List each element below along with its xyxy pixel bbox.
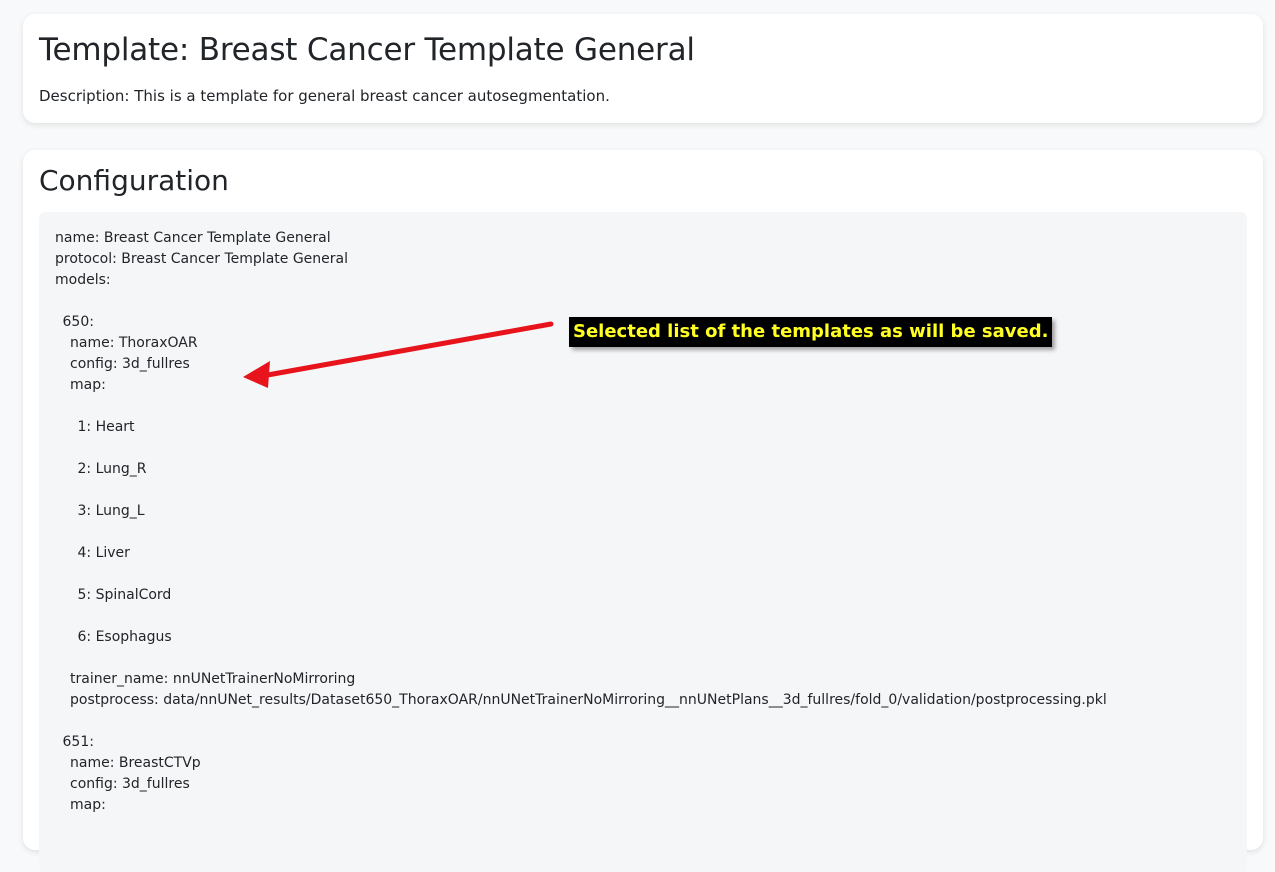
configuration-yaml-block: name: Breast Cancer Template General prot… xyxy=(39,212,1247,872)
page-title: Template: Breast Cancer Template General xyxy=(39,32,695,68)
config-line: config: 3d_fullres xyxy=(70,776,190,792)
configuration-heading: Configuration xyxy=(39,164,229,197)
config-line: map: xyxy=(70,377,106,393)
template-description: Description: This is a template for gene… xyxy=(39,87,610,105)
config-line: 4: Liver xyxy=(77,545,130,561)
config-line: 1: Heart xyxy=(77,419,135,435)
config-line: name: Breast Cancer Template General xyxy=(55,230,331,246)
config-line: name: BreastCTVp xyxy=(70,755,201,771)
config-line: trainer_name: nnUNetTrainerNoMirroring xyxy=(70,671,356,687)
configuration-card: Configuration name: Breast Cancer Templa… xyxy=(23,150,1263,872)
annotation-callout: Selected list of the templates as will b… xyxy=(569,317,1053,347)
config-line: 5: SpinalCord xyxy=(77,587,172,603)
config-line: 3: Lung_L xyxy=(77,503,145,519)
config-line: postprocess: data/nnUNet_results/Dataset… xyxy=(70,692,1107,708)
config-line: 2: Lung_R xyxy=(77,461,147,477)
config-line: config: 3d_fullres xyxy=(70,356,190,372)
config-line: protocol: Breast Cancer Template General xyxy=(55,251,349,267)
config-line: models: xyxy=(55,272,111,288)
config-line: 6: Esophagus xyxy=(77,629,172,645)
config-line: name: ThoraxOAR xyxy=(70,335,198,351)
config-line: 651: xyxy=(62,734,94,750)
config-line: 650: xyxy=(62,314,94,330)
template-header-card: Template: Breast Cancer Template General… xyxy=(23,14,1263,123)
config-line: map: xyxy=(70,797,106,813)
